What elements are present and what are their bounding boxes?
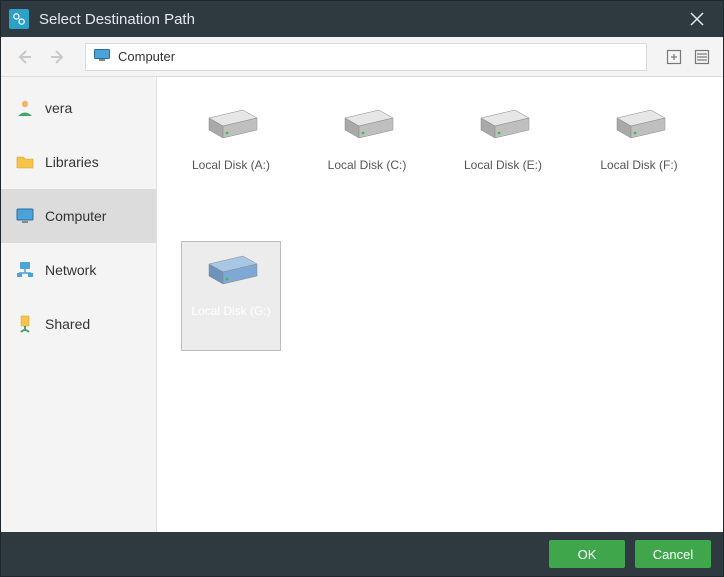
drive-label: Local Disk (G:) [191,304,270,318]
arrow-right-icon [49,48,67,66]
sidebar: vera Libraries Computer Network [1,77,157,532]
shared-icon [15,314,35,334]
monitor-icon [15,206,35,226]
dialog-title: Select Destination Path [39,11,679,28]
monitor-icon [94,49,110,64]
folder-icon [15,152,35,172]
sidebar-item-computer[interactable]: Computer [1,189,156,243]
drive-label: Local Disk (C:) [328,158,407,172]
breadcrumb-label: Computer [118,49,175,64]
footer: OK Cancel [1,532,723,576]
drive-item[interactable]: Local Disk (F:) [589,95,689,205]
sidebar-item-label: Network [45,262,96,278]
titlebar: Select Destination Path [1,1,723,37]
plus-box-icon [666,49,682,65]
user-icon [15,98,35,118]
sidebar-item-label: Computer [45,208,106,224]
drive-label: Local Disk (F:) [600,158,677,172]
sidebar-item-shared[interactable]: Shared [1,297,156,351]
drive-icon [611,108,667,144]
drive-label: Local Disk (E:) [464,158,542,172]
dialog-body: vera Libraries Computer Network [1,77,723,532]
drive-item[interactable]: Local Disk (C:) [317,95,417,205]
arrow-left-icon [15,48,33,66]
sidebar-item-libraries[interactable]: Libraries [1,135,156,189]
list-icon [694,49,710,65]
toolbar: Computer [1,37,723,77]
close-button[interactable] [679,1,715,37]
drive-grid: Local Disk (A:) Local Disk (C:) Local Di… [157,77,723,532]
network-icon [15,260,35,280]
drive-icon [203,108,259,144]
sidebar-item-label: vera [45,100,72,116]
breadcrumb[interactable]: Computer [85,43,647,71]
sidebar-item-label: Libraries [45,154,99,170]
new-folder-button[interactable] [663,46,685,68]
drive-label: Local Disk (A:) [192,158,270,172]
drive-icon [475,108,531,144]
sidebar-item-user[interactable]: vera [1,81,156,135]
view-list-button[interactable] [691,46,713,68]
dialog-window: Select Destination Path Computer [0,0,724,577]
drive-icon [339,108,395,144]
drive-item[interactable]: Local Disk (G:) [181,241,281,351]
drive-item[interactable]: Local Disk (A:) [181,95,281,205]
nav-back-button[interactable] [11,44,37,70]
drive-item[interactable]: Local Disk (E:) [453,95,553,205]
drive-icon [203,254,259,290]
sidebar-item-label: Shared [45,316,90,332]
app-icon [9,9,29,29]
nav-forward-button[interactable] [45,44,71,70]
sidebar-item-network[interactable]: Network [1,243,156,297]
cancel-button[interactable]: Cancel [635,540,711,568]
ok-button[interactable]: OK [549,540,625,568]
close-icon [690,12,704,26]
